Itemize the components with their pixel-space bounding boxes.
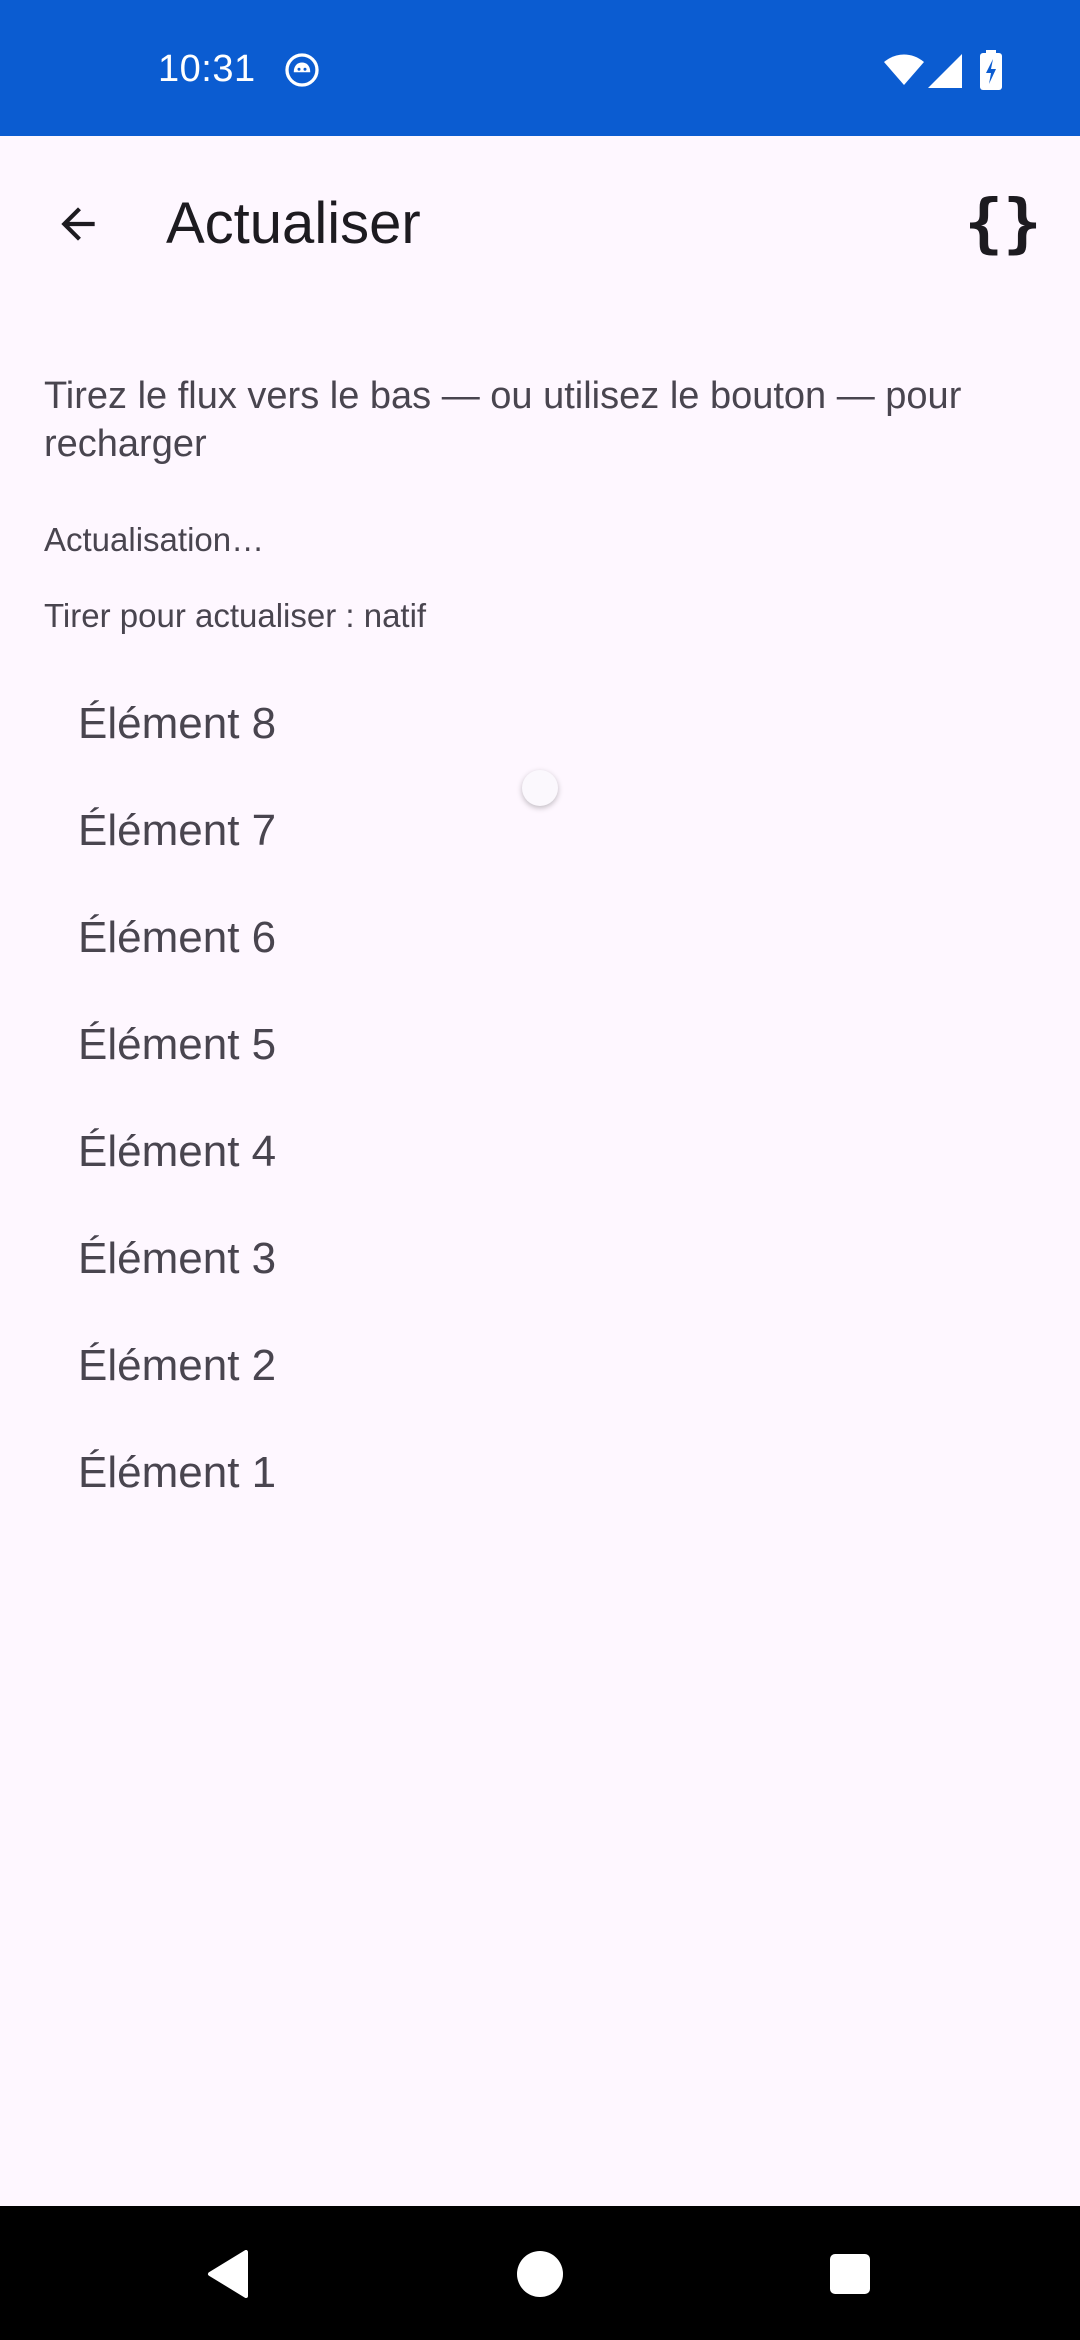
status-bar: 10:31 [0,0,1080,136]
back-button[interactable] [38,184,118,264]
list-item[interactable]: Élément 6 [0,884,1080,991]
nav-recents-button[interactable] [820,2244,880,2304]
page-title: Actualiser [166,191,421,256]
list-item[interactable]: Élément 8 [0,670,1080,777]
nav-home-button[interactable] [510,2244,570,2304]
notification-icon [285,53,319,87]
wifi-icon [884,54,924,85]
list-item[interactable]: Élément 5 [0,991,1080,1098]
nav-home-icon [517,2251,563,2297]
list-item[interactable]: Élément 1 [0,1419,1080,1526]
instruction-text: Tirez le flux vers le bas — ou utilisez … [44,375,962,465]
battery-charging-icon [980,50,1002,90]
list-item[interactable]: Élément 2 [0,1312,1080,1419]
nav-back-button[interactable] [198,2244,258,2304]
nav-recents-icon [830,2254,870,2294]
pull-refresh-indicator [522,770,558,806]
system-nav-bar [0,2206,1080,2340]
app-bar: Actualiser {} [0,136,1080,312]
signal-icon [928,54,962,88]
nav-back-icon [208,2250,248,2298]
list-item[interactable]: Élément 4 [0,1098,1080,1205]
braces-icon: {} [964,187,1042,261]
refresh-mode-text: Tirer pour actualiser : natif [44,597,427,634]
status-time: 10:31 [158,48,256,90]
list-item[interactable]: Élément 3 [0,1205,1080,1312]
refresh-status-text: Actualisation… [44,521,265,558]
braces-button[interactable]: {} [958,184,1048,264]
arrow-back-icon [61,207,95,241]
